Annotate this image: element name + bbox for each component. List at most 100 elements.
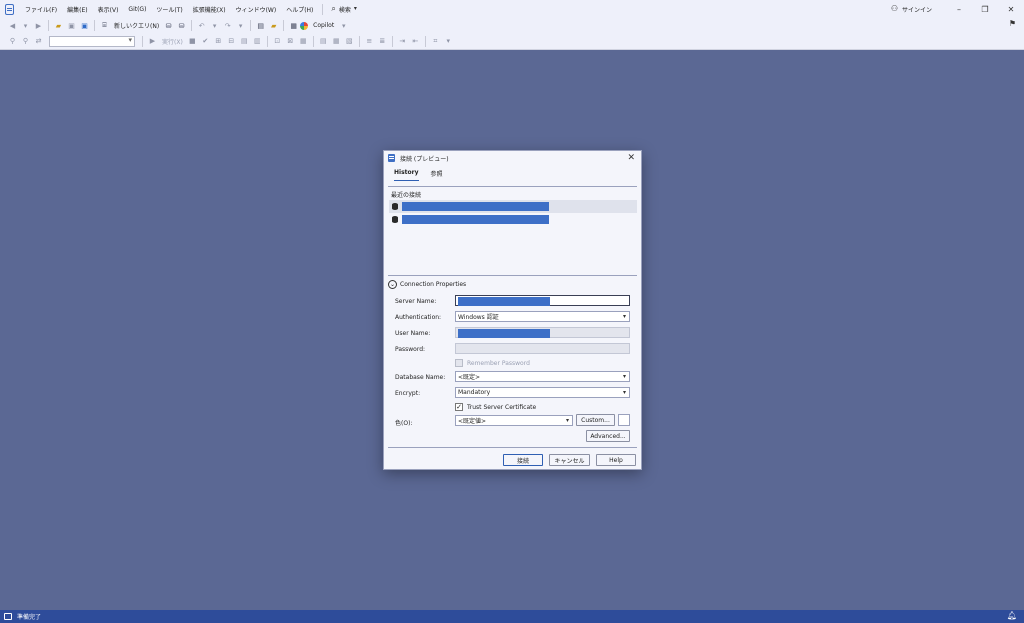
- database-name-label: Database Name:: [395, 374, 446, 381]
- menu-git[interactable]: Git(G): [123, 6, 151, 13]
- search-icon: ⌕: [331, 4, 336, 13]
- query-options-icon[interactable]: ▥: [252, 36, 263, 47]
- restore-icon[interactable]: ❐: [972, 5, 998, 14]
- remember-password-checkbox[interactable]: Remember Password: [455, 359, 530, 367]
- tab-browse[interactable]: 参照: [431, 169, 443, 181]
- open-folder-icon[interactable]: ▰: [53, 20, 64, 31]
- include-plan-icon[interactable]: ⊡: [272, 36, 283, 47]
- menu-edit[interactable]: 編集(E): [62, 5, 92, 14]
- recent-connection-item[interactable]: [389, 213, 637, 226]
- dropdown-arrow-icon[interactable]: ▾: [209, 20, 220, 31]
- disconnect-icon[interactable]: ⚲: [20, 36, 31, 47]
- stop-icon[interactable]: ■: [187, 36, 198, 47]
- back-icon[interactable]: ◀: [7, 20, 18, 31]
- database-name-select[interactable]: <既定> ▾: [455, 371, 630, 382]
- properties-icon[interactable]: ▦: [288, 20, 299, 31]
- color-select[interactable]: <既定値> ▾: [455, 415, 573, 426]
- new-query-button[interactable]: 新しいクエリ(N): [114, 21, 159, 30]
- connection-properties-toggle[interactable]: ⌄ Connection Properties: [388, 280, 466, 289]
- menu-extensions[interactable]: 拡張機能(X): [188, 5, 231, 14]
- signin-button[interactable]: ⚇ サインイン: [891, 5, 932, 14]
- copilot-button[interactable]: Copilot: [313, 22, 334, 29]
- server-name-field[interactable]: [455, 295, 630, 306]
- copilot-icon[interactable]: [300, 21, 309, 30]
- outdent-icon[interactable]: ⇤: [410, 36, 421, 47]
- menu-view[interactable]: 表示(V): [93, 5, 124, 14]
- custom-color-button[interactable]: Custom...: [576, 414, 615, 426]
- results-grid-icon[interactable]: ▦: [331, 36, 342, 47]
- forward-icon[interactable]: ▶: [33, 20, 44, 31]
- redo-icon[interactable]: ↷: [222, 20, 233, 31]
- authentication-label: Authentication:: [395, 314, 442, 321]
- save-icon[interactable]: ▣: [66, 20, 77, 31]
- client-stats-icon[interactable]: ▦: [298, 36, 309, 47]
- intellisense-icon[interactable]: ▤: [239, 36, 250, 47]
- toolbar-options-icon[interactable]: ▾: [443, 36, 454, 47]
- live-stats-icon[interactable]: ⊠: [285, 36, 296, 47]
- comment-icon[interactable]: ≡: [364, 36, 375, 47]
- results-file-icon[interactable]: ▧: [344, 36, 355, 47]
- dialog-title-bar: 接続 (プレビュー) ✕: [384, 151, 641, 165]
- toolbar-divider: [250, 20, 252, 31]
- minimize-icon[interactable]: –: [946, 5, 972, 14]
- feedback-icon[interactable]: ⚑: [1009, 19, 1016, 28]
- new-query-icon[interactable]: ⌸: [99, 20, 110, 31]
- connect-icon[interactable]: ⚲: [7, 36, 18, 47]
- estimated-plan-icon[interactable]: ⊞: [213, 36, 224, 47]
- menu-file[interactable]: ファイル(F): [20, 5, 62, 14]
- color-swatch[interactable]: [618, 414, 630, 426]
- signin-label: サインイン: [901, 6, 932, 14]
- divider: [388, 186, 637, 187]
- recent-connection-item[interactable]: [389, 200, 637, 213]
- query-designer-icon[interactable]: ⊟: [226, 36, 237, 47]
- account-icon: ⚇: [890, 4, 898, 13]
- help-button[interactable]: Help: [596, 454, 636, 466]
- remember-password-label: Remember Password: [467, 359, 530, 367]
- database-query-icon[interactable]: ⛁: [163, 20, 174, 31]
- specify-values-icon[interactable]: ⌗: [430, 36, 441, 47]
- toolbar-divider: [94, 20, 95, 31]
- advanced-button[interactable]: Advanced...: [586, 430, 630, 442]
- parse-icon[interactable]: ✔: [200, 36, 211, 47]
- uncomment-icon[interactable]: ≣: [377, 36, 388, 47]
- undo-icon[interactable]: ↶: [196, 20, 207, 31]
- connect-button[interactable]: 接続: [503, 454, 543, 466]
- user-name-field[interactable]: [455, 327, 630, 338]
- notification-bell-icon[interactable]: 🔔︎: [1007, 611, 1017, 620]
- tab-history[interactable]: History: [394, 169, 419, 181]
- app-logo-icon: [388, 154, 395, 162]
- divider: [388, 275, 637, 276]
- menu-window[interactable]: ウィンドウ(W): [231, 5, 282, 14]
- database-icon: [392, 203, 398, 210]
- close-window-icon[interactable]: ✕: [998, 5, 1024, 14]
- template-browser-icon[interactable]: ▰: [268, 20, 279, 31]
- indent-icon[interactable]: ⇥: [397, 36, 408, 47]
- save-all-icon[interactable]: ▣: [79, 20, 90, 31]
- available-databases-combo[interactable]: [49, 35, 135, 47]
- encrypt-value: Mandatory: [458, 389, 491, 396]
- toolbar-divider: [424, 35, 426, 47]
- close-icon[interactable]: ✕: [627, 153, 635, 163]
- color-value: <既定値>: [458, 418, 487, 425]
- encrypt-select[interactable]: Mandatory ▾: [455, 387, 630, 398]
- results-text-icon[interactable]: ▤: [318, 36, 329, 47]
- execute-button[interactable]: 実行(X): [162, 37, 183, 46]
- execute-icon[interactable]: ▶: [147, 36, 158, 47]
- authentication-value: Windows 認証: [458, 314, 499, 321]
- trust-server-certificate-checkbox[interactable]: ✓ Trust Server Certificate: [455, 403, 536, 411]
- authentication-select[interactable]: Windows 認証 ▾: [455, 311, 630, 322]
- password-label: Password:: [395, 346, 426, 353]
- dropdown-arrow-icon[interactable]: ▾: [20, 20, 31, 31]
- cancel-button[interactable]: キャンセル: [549, 454, 590, 466]
- toolbar-divider: [191, 20, 193, 31]
- object-explorer-icon[interactable]: ▤: [255, 20, 266, 31]
- toolbar-options-icon[interactable]: ▾: [338, 20, 349, 31]
- password-field[interactable]: [455, 343, 630, 354]
- change-connection-icon[interactable]: ⇄: [33, 36, 44, 47]
- menu-tools[interactable]: ツール(T): [151, 5, 187, 14]
- menu-help[interactable]: ヘルプ(H): [281, 5, 318, 14]
- dropdown-arrow-icon[interactable]: ▾: [235, 20, 246, 31]
- search-button[interactable]: ⌕ 検索 ▾: [327, 5, 361, 14]
- analysis-query-icon[interactable]: ⛁: [176, 20, 187, 31]
- sql-editor-toolbar: ⚲ ⚲ ⇄ ▶ 実行(X) ■ ✔ ⊞ ⊟ ▤ ▥ ⊡ ⊠ ▦ ▤ ▦ ▧ ≡ …: [0, 33, 1024, 50]
